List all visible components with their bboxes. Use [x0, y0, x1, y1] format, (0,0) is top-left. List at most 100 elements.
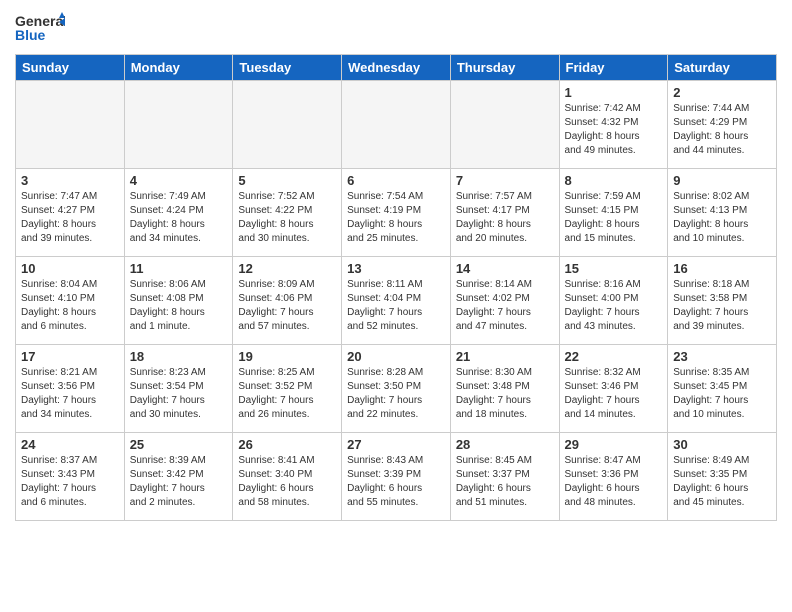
day-number: 11 [130, 261, 228, 276]
day-number: 29 [565, 437, 663, 452]
calendar-day-cell: 7Sunrise: 7:57 AM Sunset: 4:17 PM Daylig… [450, 169, 559, 257]
day-number: 9 [673, 173, 771, 188]
day-info: Sunrise: 8:23 AM Sunset: 3:54 PM Dayligh… [130, 366, 228, 422]
calendar-day-cell: 13Sunrise: 8:11 AM Sunset: 4:04 PM Dayli… [342, 257, 451, 345]
calendar-week-row: 10 Sunrise: 8:04 AM Sunset: 4:10 PM Dayli… [16, 257, 777, 345]
day-number: 3 [21, 173, 119, 188]
calendar-day-cell [450, 81, 559, 169]
day-number: 28 [456, 437, 554, 452]
calendar-day-cell: 24 Sunrise: 8:37 AM Sunset: 3:43 PM Dayli… [16, 433, 125, 521]
day-number: 6 [347, 173, 445, 188]
day-number: 14 [456, 261, 554, 276]
calendar-day-cell: 27 Sunrise: 8:43 AM Sunset: 3:39 PM Dayli… [342, 433, 451, 521]
calendar-header-row: SundayMondayTuesdayWednesdayThursdayFrid… [16, 55, 777, 81]
page: General Blue SundayMondayTuesdayWednesda… [0, 0, 792, 612]
calendar-day-cell: 17 Sunrise: 8:21 AM Sunset: 3:56 PM Dayli… [16, 345, 125, 433]
calendar-day-cell: 16 Sunrise: 8:18 AM Sunset: 3:58 PM Dayli… [668, 257, 777, 345]
day-info: Sunrise: 8:39 AM Sunset: 3:42 PM Dayligh… [130, 454, 228, 510]
day-number: 10 [21, 261, 119, 276]
calendar-day-cell: 23 Sunrise: 8:35 AM Sunset: 3:45 PM Dayli… [668, 345, 777, 433]
logo-icon: General Blue [15, 10, 65, 50]
day-info: Sunrise: 8:35 AM Sunset: 3:45 PM Dayligh… [673, 366, 771, 422]
day-info: Sunrise: 8:18 AM Sunset: 3:58 PM Dayligh… [673, 278, 771, 334]
day-info: Sunrise: 8:37 AM Sunset: 3:43 PM Dayligh… [21, 454, 119, 510]
calendar-week-row: 1 Sunrise: 7:42 AM Sunset: 4:32 PM Daylig… [16, 81, 777, 169]
calendar-day-header: Sunday [16, 55, 125, 81]
day-info: Sunrise: 8:11 AM Sunset: 4:04 PM Dayligh… [347, 278, 445, 334]
day-info: Sunrise: 8:06 AM Sunset: 4:08 PM Dayligh… [130, 278, 228, 334]
day-info: Sunrise: 7:47 AM Sunset: 4:27 PM Dayligh… [21, 190, 119, 246]
day-number: 20 [347, 349, 445, 364]
calendar-day-cell: 5 Sunrise: 7:52 AM Sunset: 4:22 PM Daylig… [233, 169, 342, 257]
calendar-day-cell: 18Sunrise: 8:23 AM Sunset: 3:54 PM Dayli… [124, 345, 233, 433]
calendar-day-cell: 3 Sunrise: 7:47 AM Sunset: 4:27 PM Daylig… [16, 169, 125, 257]
calendar-day-header: Monday [124, 55, 233, 81]
day-info: Sunrise: 8:28 AM Sunset: 3:50 PM Dayligh… [347, 366, 445, 422]
day-info: Sunrise: 8:14 AM Sunset: 4:02 PM Dayligh… [456, 278, 554, 334]
header: General Blue [15, 10, 777, 50]
calendar-day-header: Thursday [450, 55, 559, 81]
calendar-day-header: Wednesday [342, 55, 451, 81]
day-info: Sunrise: 8:32 AM Sunset: 3:46 PM Dayligh… [565, 366, 663, 422]
day-number: 22 [565, 349, 663, 364]
calendar-day-cell: 11 Sunrise: 8:06 AM Sunset: 4:08 PM Dayli… [124, 257, 233, 345]
day-info: Sunrise: 8:16 AM Sunset: 4:00 PM Dayligh… [565, 278, 663, 334]
calendar-day-cell: 2 Sunrise: 7:44 AM Sunset: 4:29 PM Daylig… [668, 81, 777, 169]
day-number: 26 [238, 437, 336, 452]
day-info: Sunrise: 8:49 AM Sunset: 3:35 PM Dayligh… [673, 454, 771, 510]
calendar-day-cell: 4Sunrise: 7:49 AM Sunset: 4:24 PM Daylig… [124, 169, 233, 257]
logo: General Blue [15, 10, 65, 50]
day-info: Sunrise: 7:57 AM Sunset: 4:17 PM Dayligh… [456, 190, 554, 246]
day-number: 17 [21, 349, 119, 364]
calendar-week-row: 17 Sunrise: 8:21 AM Sunset: 3:56 PM Dayli… [16, 345, 777, 433]
day-number: 12 [238, 261, 336, 276]
day-info: Sunrise: 7:49 AM Sunset: 4:24 PM Dayligh… [130, 190, 228, 246]
day-number: 15 [565, 261, 663, 276]
calendar-day-cell: 21Sunrise: 8:30 AM Sunset: 3:48 PM Dayli… [450, 345, 559, 433]
day-info: Sunrise: 8:41 AM Sunset: 3:40 PM Dayligh… [238, 454, 336, 510]
calendar-day-cell: 15 Sunrise: 8:16 AM Sunset: 4:00 PM Dayli… [559, 257, 668, 345]
day-info: Sunrise: 8:25 AM Sunset: 3:52 PM Dayligh… [238, 366, 336, 422]
svg-text:Blue: Blue [15, 27, 46, 43]
day-number: 23 [673, 349, 771, 364]
day-info: Sunrise: 7:44 AM Sunset: 4:29 PM Dayligh… [673, 102, 771, 158]
day-info: Sunrise: 7:42 AM Sunset: 4:32 PM Dayligh… [565, 102, 663, 158]
calendar-week-row: 3 Sunrise: 7:47 AM Sunset: 4:27 PM Daylig… [16, 169, 777, 257]
day-info: Sunrise: 8:21 AM Sunset: 3:56 PM Dayligh… [21, 366, 119, 422]
day-info: Sunrise: 8:04 AM Sunset: 4:10 PM Dayligh… [21, 278, 119, 334]
calendar-day-header: Tuesday [233, 55, 342, 81]
day-number: 27 [347, 437, 445, 452]
calendar-day-cell: 12 Sunrise: 8:09 AM Sunset: 4:06 PM Dayli… [233, 257, 342, 345]
day-info: Sunrise: 7:59 AM Sunset: 4:15 PM Dayligh… [565, 190, 663, 246]
day-info: Sunrise: 7:52 AM Sunset: 4:22 PM Dayligh… [238, 190, 336, 246]
calendar-day-cell [124, 81, 233, 169]
calendar-day-header: Friday [559, 55, 668, 81]
calendar-day-cell [16, 81, 125, 169]
day-number: 1 [565, 85, 663, 100]
day-info: Sunrise: 8:43 AM Sunset: 3:39 PM Dayligh… [347, 454, 445, 510]
calendar-day-cell: 10 Sunrise: 8:04 AM Sunset: 4:10 PM Dayli… [16, 257, 125, 345]
calendar-table: SundayMondayTuesdayWednesdayThursdayFrid… [15, 54, 777, 521]
calendar-day-cell: 30 Sunrise: 8:49 AM Sunset: 3:35 PM Dayli… [668, 433, 777, 521]
day-number: 30 [673, 437, 771, 452]
calendar-day-cell [233, 81, 342, 169]
day-number: 24 [21, 437, 119, 452]
day-info: Sunrise: 7:54 AM Sunset: 4:19 PM Dayligh… [347, 190, 445, 246]
calendar-day-header: Saturday [668, 55, 777, 81]
day-number: 19 [238, 349, 336, 364]
calendar-day-cell: 22 Sunrise: 8:32 AM Sunset: 3:46 PM Dayli… [559, 345, 668, 433]
day-number: 5 [238, 173, 336, 188]
calendar-day-cell: 28 Sunrise: 8:45 AM Sunset: 3:37 PM Dayli… [450, 433, 559, 521]
calendar-week-row: 24 Sunrise: 8:37 AM Sunset: 3:43 PM Dayli… [16, 433, 777, 521]
day-number: 2 [673, 85, 771, 100]
day-info: Sunrise: 8:02 AM Sunset: 4:13 PM Dayligh… [673, 190, 771, 246]
day-number: 16 [673, 261, 771, 276]
calendar-day-cell: 20 Sunrise: 8:28 AM Sunset: 3:50 PM Dayli… [342, 345, 451, 433]
day-info: Sunrise: 8:45 AM Sunset: 3:37 PM Dayligh… [456, 454, 554, 510]
calendar-day-cell: 26 Sunrise: 8:41 AM Sunset: 3:40 PM Dayli… [233, 433, 342, 521]
calendar-day-cell: 9 Sunrise: 8:02 AM Sunset: 4:13 PM Daylig… [668, 169, 777, 257]
day-number: 21 [456, 349, 554, 364]
day-number: 25 [130, 437, 228, 452]
day-info: Sunrise: 8:09 AM Sunset: 4:06 PM Dayligh… [238, 278, 336, 334]
day-info: Sunrise: 8:47 AM Sunset: 3:36 PM Dayligh… [565, 454, 663, 510]
